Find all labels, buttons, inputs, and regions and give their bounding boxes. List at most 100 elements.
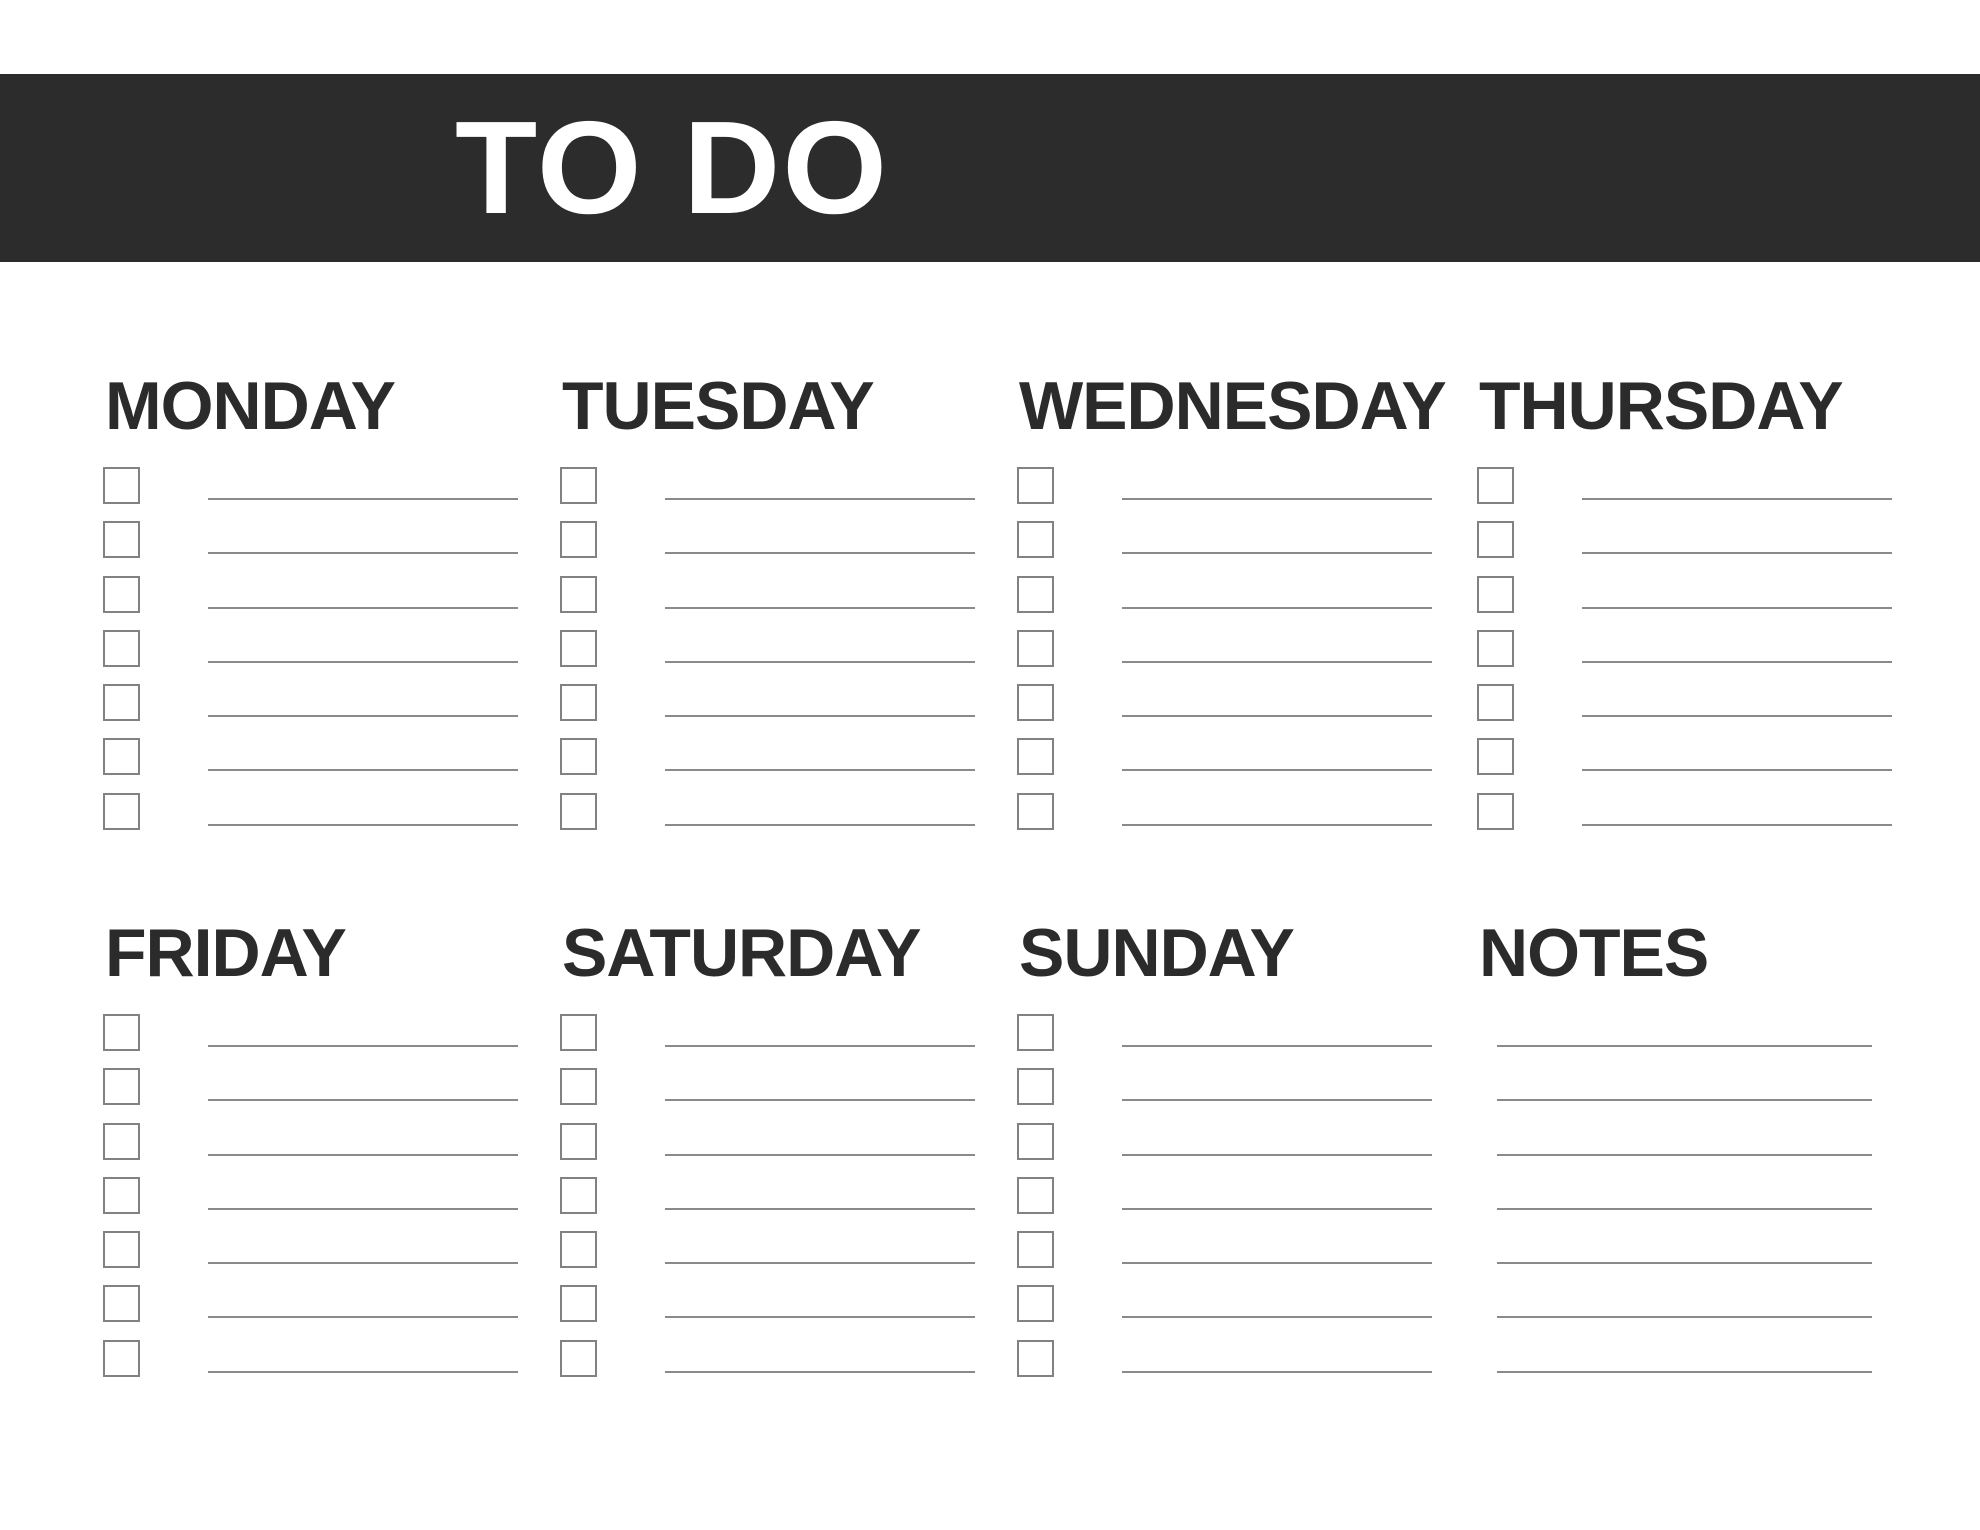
write-line-thursday-4[interactable] <box>1582 660 1892 663</box>
checkbox-tuesday-1[interactable] <box>560 467 597 504</box>
checkbox-wednesday-4[interactable] <box>1017 629 1054 667</box>
checkbox-saturday-1[interactable] <box>560 1014 597 1051</box>
write-line-wednesday-3[interactable] <box>1122 606 1432 609</box>
write-line-sunday-4[interactable] <box>1122 1207 1432 1210</box>
write-line-saturday-5[interactable] <box>665 1262 975 1265</box>
write-line-sunday-6[interactable] <box>1122 1316 1432 1319</box>
checkbox-sunday-2[interactable] <box>1017 1068 1054 1106</box>
checkbox-sunday-6[interactable] <box>1017 1285 1054 1323</box>
write-line-sunday-7[interactable] <box>1122 1370 1432 1373</box>
checkbox-tuesday-2[interactable] <box>560 521 597 559</box>
checkbox-monday-2[interactable] <box>103 521 140 559</box>
write-line-notes-1[interactable] <box>1497 1045 1872 1047</box>
checkbox-friday-1[interactable] <box>103 1014 140 1051</box>
write-line-friday-4[interactable] <box>208 1207 518 1210</box>
write-line-sunday-2[interactable] <box>1122 1099 1432 1102</box>
write-line-thursday-6[interactable] <box>1582 769 1892 772</box>
write-line-monday-2[interactable] <box>208 552 518 555</box>
write-line-friday-2[interactable] <box>208 1099 518 1102</box>
checkbox-saturday-6[interactable] <box>560 1285 597 1323</box>
checkbox-friday-2[interactable] <box>103 1068 140 1106</box>
checkbox-friday-6[interactable] <box>103 1285 140 1323</box>
write-line-tuesday-6[interactable] <box>665 769 975 772</box>
checkbox-tuesday-5[interactable] <box>560 684 597 722</box>
write-line-saturday-7[interactable] <box>665 1370 975 1373</box>
write-line-monday-1[interactable] <box>208 498 518 500</box>
write-line-notes-5[interactable] <box>1497 1262 1872 1265</box>
checkbox-monday-1[interactable] <box>103 467 140 504</box>
checkbox-monday-4[interactable] <box>103 629 140 667</box>
write-line-wednesday-4[interactable] <box>1122 660 1432 663</box>
write-line-friday-7[interactable] <box>208 1370 518 1373</box>
write-line-thursday-1[interactable] <box>1582 498 1892 500</box>
write-line-saturday-1[interactable] <box>665 1045 975 1047</box>
write-line-monday-7[interactable] <box>208 823 518 826</box>
write-line-sunday-5[interactable] <box>1122 1262 1432 1265</box>
checkbox-friday-4[interactable] <box>103 1176 140 1214</box>
checkbox-monday-5[interactable] <box>103 684 140 722</box>
write-line-tuesday-7[interactable] <box>665 823 975 826</box>
write-line-sunday-1[interactable] <box>1122 1045 1432 1047</box>
checkbox-saturday-4[interactable] <box>560 1176 597 1214</box>
checkbox-saturday-2[interactable] <box>560 1068 597 1106</box>
checkbox-wednesday-2[interactable] <box>1017 521 1054 559</box>
checkbox-sunday-1[interactable] <box>1017 1014 1054 1051</box>
checkbox-monday-3[interactable] <box>103 575 140 613</box>
checkbox-wednesday-6[interactable] <box>1017 738 1054 776</box>
checkbox-tuesday-7[interactable] <box>560 792 597 830</box>
checkbox-sunday-7[interactable] <box>1017 1339 1054 1377</box>
checkbox-tuesday-6[interactable] <box>560 738 597 776</box>
write-line-notes-4[interactable] <box>1497 1207 1872 1210</box>
checkbox-saturday-5[interactable] <box>560 1231 597 1269</box>
checkbox-friday-5[interactable] <box>103 1231 140 1269</box>
checkbox-wednesday-1[interactable] <box>1017 467 1054 504</box>
write-line-friday-5[interactable] <box>208 1262 518 1265</box>
write-line-monday-6[interactable] <box>208 769 518 772</box>
checkbox-sunday-4[interactable] <box>1017 1176 1054 1214</box>
checkbox-thursday-5[interactable] <box>1477 684 1514 722</box>
checkbox-sunday-5[interactable] <box>1017 1231 1054 1269</box>
checkbox-thursday-1[interactable] <box>1477 467 1514 504</box>
write-line-notes-7[interactable] <box>1497 1370 1872 1373</box>
write-line-notes-6[interactable] <box>1497 1316 1872 1319</box>
checkbox-saturday-7[interactable] <box>560 1339 597 1377</box>
checkbox-saturday-3[interactable] <box>560 1122 597 1160</box>
write-line-thursday-7[interactable] <box>1582 823 1892 826</box>
write-line-tuesday-4[interactable] <box>665 660 975 663</box>
write-line-thursday-3[interactable] <box>1582 606 1892 609</box>
write-line-notes-2[interactable] <box>1497 1099 1872 1102</box>
checkbox-thursday-3[interactable] <box>1477 575 1514 613</box>
write-line-saturday-4[interactable] <box>665 1207 975 1210</box>
write-line-wednesday-2[interactable] <box>1122 552 1432 555</box>
checkbox-tuesday-4[interactable] <box>560 629 597 667</box>
write-line-friday-3[interactable] <box>208 1153 518 1156</box>
checkbox-thursday-6[interactable] <box>1477 738 1514 776</box>
write-line-thursday-5[interactable] <box>1582 715 1892 718</box>
write-line-saturday-6[interactable] <box>665 1316 975 1319</box>
checkbox-tuesday-3[interactable] <box>560 575 597 613</box>
write-line-monday-3[interactable] <box>208 606 518 609</box>
checkbox-monday-7[interactable] <box>103 792 140 830</box>
checkbox-wednesday-5[interactable] <box>1017 684 1054 722</box>
write-line-wednesday-5[interactable] <box>1122 715 1432 718</box>
checkbox-friday-7[interactable] <box>103 1339 140 1377</box>
checkbox-wednesday-3[interactable] <box>1017 575 1054 613</box>
write-line-tuesday-2[interactable] <box>665 552 975 555</box>
write-line-friday-1[interactable] <box>208 1045 518 1047</box>
write-line-friday-6[interactable] <box>208 1316 518 1319</box>
write-line-monday-5[interactable] <box>208 715 518 718</box>
checkbox-thursday-4[interactable] <box>1477 629 1514 667</box>
checkbox-thursday-2[interactable] <box>1477 521 1514 559</box>
checkbox-sunday-3[interactable] <box>1017 1122 1054 1160</box>
checkbox-monday-6[interactable] <box>103 738 140 776</box>
write-line-notes-3[interactable] <box>1497 1153 1872 1156</box>
checkbox-thursday-7[interactable] <box>1477 792 1514 830</box>
write-line-tuesday-3[interactable] <box>665 606 975 609</box>
checkbox-wednesday-7[interactable] <box>1017 792 1054 830</box>
write-line-tuesday-5[interactable] <box>665 715 975 718</box>
write-line-tuesday-1[interactable] <box>665 498 975 500</box>
checkbox-friday-3[interactable] <box>103 1122 140 1160</box>
write-line-wednesday-6[interactable] <box>1122 769 1432 772</box>
write-line-wednesday-7[interactable] <box>1122 823 1432 826</box>
write-line-thursday-2[interactable] <box>1582 552 1892 555</box>
